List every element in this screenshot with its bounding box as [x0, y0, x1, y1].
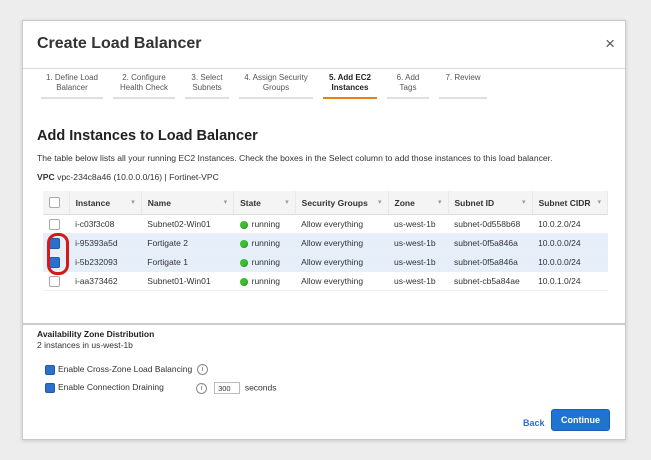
- security-group: Allow everything: [295, 271, 389, 291]
- connection-draining-option: Enable Connection Draining i 300 seconds: [45, 382, 277, 394]
- zone: us-west-1b: [388, 233, 448, 253]
- instance-id: i-95393a5d: [69, 233, 142, 253]
- dialog-title: Create Load Balancer: [37, 35, 202, 52]
- create-load-balancer-dialog: Create Load Balancer × 1. Define Load Ba…: [22, 20, 626, 440]
- back-button[interactable]: Back: [523, 418, 545, 428]
- row-checkbox[interactable]: [49, 275, 60, 287]
- step-underline: [185, 97, 229, 99]
- zone: us-west-1b: [388, 214, 448, 234]
- table-row[interactable]: i-5b232093 Fortigate 1 running Allow eve…: [43, 252, 608, 272]
- step-underline: [113, 97, 175, 99]
- subnet-id: subnet-0f5a846a: [448, 252, 533, 272]
- table-header-row: Instance ▾ Name ▾ State ▾ Security Groups ▾ …: [43, 191, 609, 215]
- subnet-id: subnet-0f5a846a: [448, 233, 533, 253]
- column-header-zone[interactable]: Zone ▾: [388, 191, 449, 215]
- az-distribution-summary: 2 instances in us-west-1b: [37, 340, 133, 350]
- instance-name: Subnet02-Win01: [141, 214, 234, 234]
- sort-icon: ▾: [285, 199, 289, 206]
- info-icon[interactable]: i: [196, 382, 207, 394]
- step-underline: [239, 97, 313, 99]
- instance-state: running: [251, 219, 280, 229]
- sort-icon: ▾: [223, 199, 228, 206]
- sort-icon: ▾: [131, 199, 135, 206]
- instance-state: running: [251, 257, 280, 267]
- select-all-header[interactable]: [43, 191, 70, 215]
- step-define-load-balancer[interactable]: 1. Define Load Balancer: [41, 73, 103, 99]
- running-status-icon: [239, 277, 248, 286]
- step-review[interactable]: 7. Review: [439, 73, 487, 99]
- draining-timeout-unit: seconds: [244, 382, 277, 393]
- sort-icon: ▾: [597, 199, 601, 206]
- row-checkbox[interactable]: [49, 218, 60, 230]
- instances-table: Instance ▾ Name ▾ State ▾ Security Groups ▾ …: [43, 191, 609, 291]
- instance-state: running: [251, 238, 280, 248]
- instance-name: Fortigate 1: [141, 252, 234, 272]
- subnet-cidr: 10.0.1.0/24: [532, 271, 608, 291]
- instance-id: i-aa373462: [69, 271, 142, 291]
- column-header-subnet-id[interactable]: Subnet ID ▾: [448, 191, 533, 215]
- subnet-id: subnet-0d558b68: [448, 214, 533, 234]
- column-header-state[interactable]: State ▾: [233, 191, 296, 215]
- step-underline: [41, 97, 103, 99]
- instance-name: Fortigate 2: [141, 233, 234, 253]
- running-status-icon: [239, 239, 248, 248]
- step-underline: [439, 97, 487, 99]
- highlight-annotation-oval: [47, 233, 69, 275]
- cross-zone-label: Enable Cross-Zone Load Balancing: [58, 364, 193, 374]
- zone: us-west-1b: [388, 271, 448, 291]
- vpc-label: VPC: [37, 172, 55, 182]
- dialog-header: Create Load Balancer ×: [23, 21, 625, 69]
- instance-id: i-5b232093: [69, 252, 142, 272]
- vpc-info: VPC vpc-234c8a46 (10.0.0.0/16) | Fortine…: [37, 172, 219, 182]
- section-title: Add Instances to Load Balancer: [37, 128, 258, 144]
- close-icon[interactable]: ×: [605, 34, 615, 54]
- vpc-value: vpc-234c8a46 (10.0.0.0/16) | Fortinet-VP…: [57, 172, 219, 182]
- step-underline-active: [323, 97, 377, 99]
- step-configure-health-check[interactable]: 2. Configure Health Check: [113, 73, 175, 99]
- step-add-ec2-instances[interactable]: 5. Add EC2 Instances: [323, 73, 377, 99]
- connection-draining-label: Enable Connection Draining: [58, 382, 164, 393]
- az-distribution-title: Availability Zone Distribution: [37, 329, 155, 339]
- section-description: The table below lists all your running E…: [37, 153, 553, 163]
- security-group: Allow everything: [295, 214, 389, 234]
- divider: [23, 323, 625, 326]
- table-row[interactable]: i-aa373462 Subnet01-Win01 running Allow …: [43, 271, 608, 291]
- subnet-cidr: 10.0.0.0/24: [532, 252, 608, 272]
- draining-timeout-input[interactable]: 300: [214, 382, 241, 394]
- running-status-icon: [239, 220, 248, 229]
- subnet-id: subnet-cb5a84ae: [448, 271, 533, 291]
- step-select-subnets[interactable]: 3. Select Subnets: [185, 73, 229, 99]
- instance-id: i-c03f3c08: [69, 214, 142, 234]
- instance-name: Subnet01-Win01: [141, 271, 234, 291]
- table-row[interactable]: i-95393a5d Fortigate 2 running Allow eve…: [43, 233, 608, 253]
- step-underline: [387, 97, 429, 99]
- cross-zone-checkbox[interactable]: [45, 364, 55, 375]
- running-status-icon: [239, 258, 248, 267]
- select-all-checkbox[interactable]: [49, 197, 60, 209]
- cross-zone-option: Enable Cross-Zone Load Balancing i: [45, 364, 208, 376]
- table-row[interactable]: i-c03f3c08 Subnet02-Win01 running Allow …: [43, 214, 608, 234]
- subnet-cidr: 10.0.0.0/24: [532, 233, 608, 253]
- continue-button[interactable]: Continue: [551, 409, 610, 431]
- connection-draining-checkbox[interactable]: [45, 383, 55, 393]
- column-header-security-groups[interactable]: Security Groups ▾: [295, 191, 389, 215]
- zone: us-west-1b: [388, 252, 448, 272]
- security-group: Allow everything: [295, 252, 389, 272]
- column-header-name[interactable]: Name ▾: [141, 191, 235, 215]
- column-header-subnet-cidr[interactable]: Subnet CIDR ▾: [532, 191, 609, 215]
- subnet-cidr: 10.0.2.0/24: [532, 214, 608, 234]
- sort-icon: ▾: [522, 199, 526, 206]
- column-header-instance[interactable]: Instance ▾: [69, 191, 142, 215]
- wizard-steps: 1. Define Load Balancer 2. Configure Hea…: [41, 73, 521, 113]
- instance-state: running: [251, 276, 280, 286]
- sort-icon: ▾: [437, 199, 442, 206]
- info-icon[interactable]: i: [196, 364, 208, 376]
- step-assign-security-groups[interactable]: 4. Assign Security Groups: [239, 73, 313, 99]
- step-add-tags[interactable]: 6. Add Tags: [387, 73, 429, 99]
- security-group: Allow everything: [295, 233, 389, 253]
- sort-icon: ▾: [378, 199, 382, 206]
